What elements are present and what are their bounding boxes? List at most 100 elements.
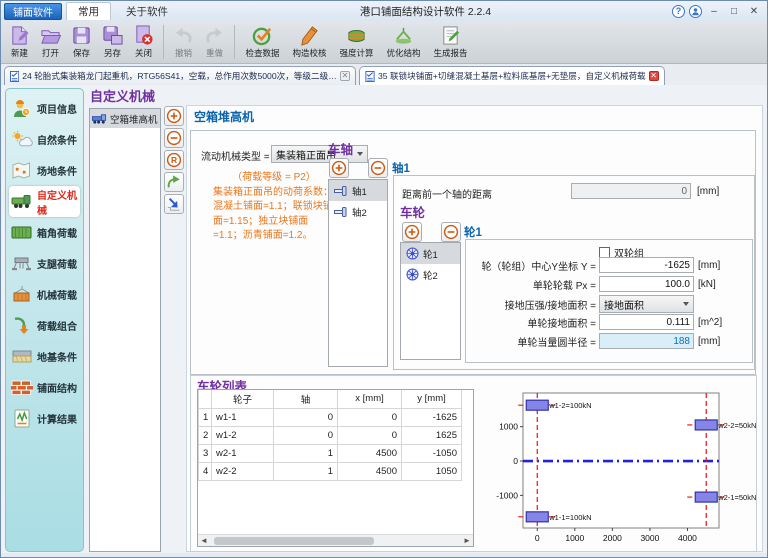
- new-file-button[interactable]: 新建: [4, 25, 35, 59]
- scroll-left-icon[interactable]: ◄: [198, 535, 210, 547]
- axle-groupbox: 距离前一个轴的距离 [mm] 车轮 轮1 轮1: [393, 175, 755, 370]
- sidebar-item-container-corner-load[interactable]: 箱角荷载: [6, 217, 83, 248]
- svg-text:0: 0: [535, 533, 540, 543]
- axle-list-item-1[interactable]: 轴1: [329, 180, 387, 201]
- export-arrow-icon: [166, 174, 182, 190]
- add-axle-button[interactable]: [329, 158, 349, 178]
- tab-close-icon[interactable]: ✕: [340, 71, 350, 81]
- equiv-radius-output: [599, 333, 694, 349]
- machine-list-item[interactable]: 空箱堆高机: [90, 109, 160, 128]
- wheel-load-input[interactable]: [599, 276, 694, 292]
- account-icon[interactable]: [689, 5, 702, 18]
- wheel-list: 轮1 轮2: [400, 242, 461, 360]
- sidebar-item-project-info[interactable]: 项目信息: [6, 93, 83, 124]
- contact-area-input[interactable]: [599, 314, 694, 330]
- undo-icon: [173, 25, 194, 46]
- rename-machine-button[interactable]: R: [164, 150, 184, 170]
- wheel-y-input[interactable]: [599, 257, 694, 273]
- import-machine-button[interactable]: [164, 194, 184, 214]
- document-tab-label: 24 轮胎式集装箱龙门起重机，RTG56S41，空载，总作用次数5000次，等级…: [22, 70, 337, 82]
- svg-text:2000: 2000: [603, 533, 622, 543]
- wheel-y-unit: [mm]: [698, 260, 720, 271]
- document-tab-24[interactable]: 24 轮胎式集装箱龙门起重机，RTG56S41，空载，总作用次数5000次，等级…: [4, 66, 356, 85]
- close-button[interactable]: ✕: [746, 4, 762, 18]
- save-as-button[interactable]: 另存: [97, 25, 128, 59]
- foundation-layers-icon: [11, 347, 33, 366]
- check-data-button[interactable]: 检查数据: [239, 25, 286, 59]
- table-horizontal-scrollbar[interactable]: ◄ ►: [198, 534, 473, 546]
- document-tab-label: 35 联锁块铺面+切缝混凝土基层+粒料底基层+无垫层，自定义机械荷载: [378, 70, 646, 82]
- svg-text:-1000: -1000: [496, 490, 518, 500]
- tab-close-icon[interactable]: ✕: [649, 71, 659, 81]
- strength-calc-icon: [346, 25, 367, 46]
- wheel-list-item-2[interactable]: 轮2: [401, 264, 460, 285]
- remove-wheel-button[interactable]: [441, 222, 461, 242]
- remove-machine-button[interactable]: [164, 128, 184, 148]
- axle-distance-input[interactable]: [571, 183, 691, 199]
- scroll-right-icon[interactable]: ►: [461, 535, 473, 547]
- results-report-icon: [11, 409, 33, 428]
- main-area: 项目信息 自然条件 场地条件 自定义机械 箱角荷载 支腿荷载: [1, 85, 768, 553]
- sidebar-item-load-combination[interactable]: 荷载组合: [6, 310, 83, 341]
- chevron-down-icon: [357, 152, 363, 156]
- axle-icon: [334, 185, 348, 197]
- minus-circle-icon: [370, 160, 386, 176]
- undo-button[interactable]: 撤销: [168, 25, 199, 59]
- table-row[interactable]: 4 w2-2 1 4500 1050: [199, 462, 462, 480]
- contact-mode-select[interactable]: 接地面积: [599, 295, 694, 313]
- maximize-button[interactable]: □: [726, 4, 742, 18]
- table-row[interactable]: 1 w1-1 0 0 -1625: [199, 408, 462, 426]
- svg-text:1000: 1000: [499, 422, 518, 432]
- table-header-row: 轮子 轴 x [mm] y [mm]: [199, 390, 462, 408]
- svg-text:w2-2=50kN: w2-2=50kN: [717, 421, 756, 430]
- add-machine-button[interactable]: [164, 106, 184, 126]
- sidebar-item-machine-load[interactable]: 机械荷载: [6, 279, 83, 310]
- save-button[interactable]: 保存: [66, 25, 97, 59]
- generate-report-button[interactable]: 生成报告: [427, 25, 474, 59]
- add-wheel-button[interactable]: [402, 222, 422, 242]
- plus-circle-icon: [331, 160, 347, 176]
- import-arrow-icon: [166, 196, 182, 212]
- open-file-button[interactable]: 打开: [35, 25, 66, 59]
- export-machine-button[interactable]: [164, 172, 184, 192]
- sidebar-item-foundation[interactable]: 地基条件: [6, 341, 83, 372]
- sidebar-item-natural-conditions[interactable]: 自然条件: [6, 124, 83, 155]
- redo-button[interactable]: 重做: [199, 25, 230, 59]
- remove-axle-button[interactable]: [368, 158, 388, 178]
- toolbar-separator: [234, 25, 235, 59]
- optimize-structure-button[interactable]: 优化结构: [380, 25, 427, 59]
- wheel-groupbox: 双轮组 轮（轮组）中心Y坐标 Y = [mm] 单轮轮载 Px = [kN] 接…: [465, 239, 753, 363]
- sidebar-item-calc-results[interactable]: 计算结果: [6, 403, 83, 434]
- close-file-icon: [133, 25, 154, 46]
- svg-text:4000: 4000: [678, 533, 697, 543]
- project-info-icon: [11, 99, 33, 118]
- sidebar-item-pavement-structure[interactable]: 铺面结构: [6, 372, 83, 403]
- checklist-icon: [10, 71, 19, 82]
- save-icon: [71, 25, 92, 46]
- close-file-button[interactable]: 关闭: [128, 25, 159, 59]
- sidebar-item-outrigger-load[interactable]: 支腿荷载: [6, 248, 83, 279]
- wheel-chart-svg: -10000100001000200030004000w1-1=100kNw1-…: [495, 377, 761, 549]
- scrollbar-thumb[interactable]: [214, 537, 374, 545]
- contact-area-label: 单轮接地面积 =: [468, 315, 596, 330]
- wheel-list-item-1[interactable]: 轮1: [401, 243, 460, 264]
- svg-text:w1-1=100kN: w1-1=100kN: [548, 513, 591, 522]
- wheel-load-label: 单轮轮载 Px =: [468, 277, 596, 292]
- machine-type-select[interactable]: 集装箱正面吊: [271, 145, 368, 163]
- help-icon[interactable]: ?: [672, 5, 685, 18]
- axle-list: 轴1 轴2: [328, 179, 388, 367]
- sidebar-item-custom-machine[interactable]: 自定义机械: [9, 186, 80, 217]
- axle-list-item-2[interactable]: 轴2: [329, 201, 387, 222]
- sidebar-item-site-conditions[interactable]: 场地条件: [6, 155, 83, 186]
- machine-list: 空箱堆高机: [89, 108, 161, 552]
- ribbon-tab-about[interactable]: 关于软件: [115, 2, 179, 20]
- strength-calc-button[interactable]: 强度计算: [333, 25, 380, 59]
- table-row[interactable]: 3 w2-1 1 4500 -1050: [199, 444, 462, 462]
- minimize-button[interactable]: –: [706, 4, 722, 18]
- ribbon-tab-common[interactable]: 常用: [66, 2, 111, 20]
- app-menu-button[interactable]: 铺面软件: [4, 3, 62, 20]
- table-row[interactable]: 2 w1-2 0 0 1625: [199, 426, 462, 444]
- machine-detail-title: 空箱堆高机: [194, 108, 254, 125]
- document-tab-35[interactable]: 35 联锁块铺面+切缝混凝土基层+粒料底基层+无垫层，自定义机械荷载 ✕: [359, 66, 665, 85]
- structure-check-button[interactable]: 构造校核: [286, 25, 333, 59]
